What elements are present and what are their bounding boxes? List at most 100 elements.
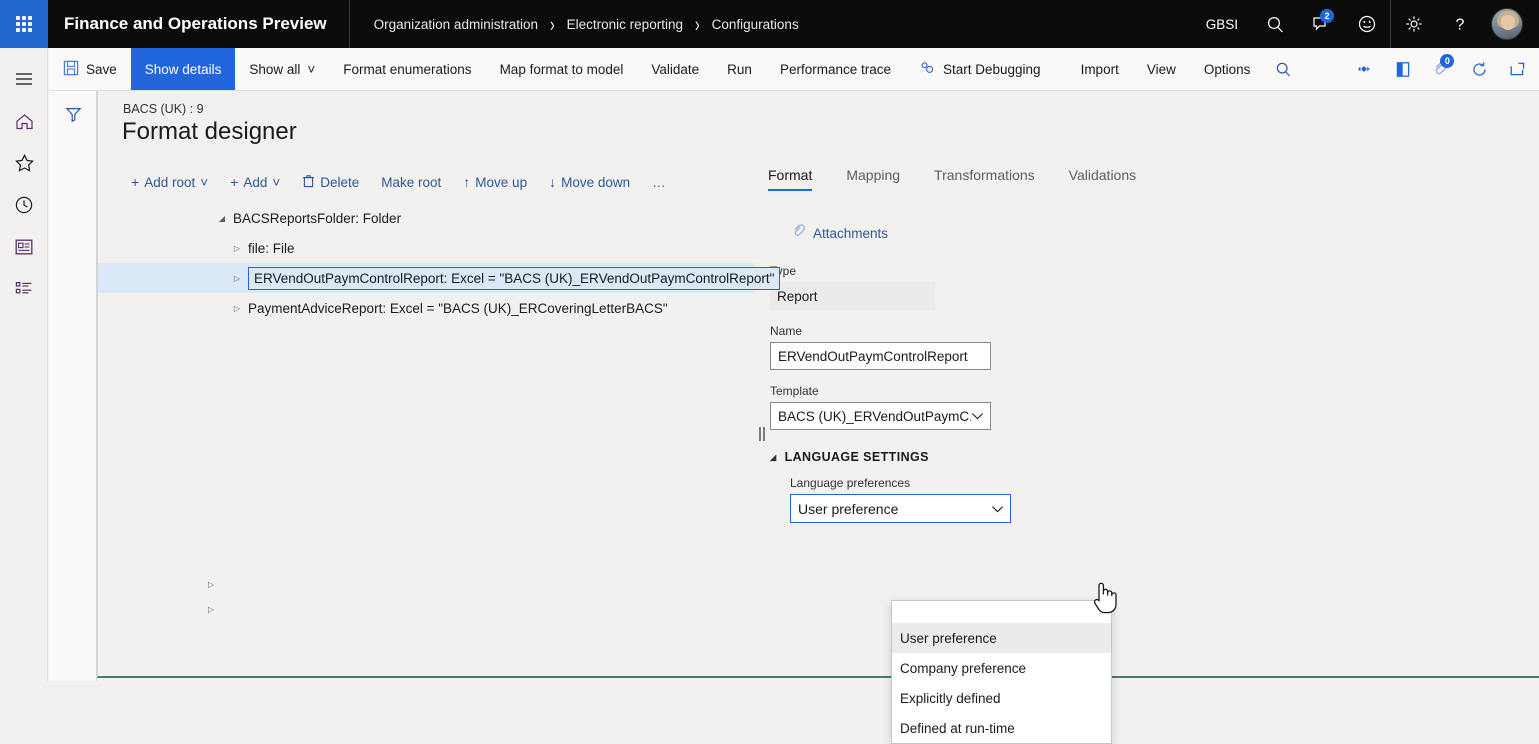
smiley-feedback-icon[interactable] — [1344, 0, 1390, 48]
search-icon[interactable] — [1264, 48, 1302, 90]
tree-row[interactable]: ◢ BACSReportsFolder: Folder — [98, 203, 755, 233]
breadcrumb-item-configurations[interactable]: Configurations — [712, 17, 799, 32]
breadcrumb-item-organization-administration[interactable]: Organization administration — [374, 17, 538, 32]
tree-row[interactable]: ▷ file: File — [98, 233, 755, 263]
language-settings-section: ◢ LANGUAGE SETTINGS Language preferences… — [770, 450, 1539, 523]
notifications-icon[interactable]: 2 — [1298, 0, 1344, 48]
help-question-icon[interactable]: ? — [1437, 0, 1483, 48]
language-preferences-combobox[interactable]: User preference — [790, 494, 1011, 523]
star-favorites-icon[interactable] — [0, 142, 48, 184]
add-root-button[interactable]: + Add root ˅ — [120, 167, 219, 197]
move-down-label: Move down — [561, 174, 631, 190]
save-disk-icon — [63, 60, 79, 79]
make-root-button[interactable]: Make root — [370, 167, 452, 197]
format-enumerations-label: Format enumerations — [343, 61, 472, 77]
arrow-up-icon: ↑ — [463, 174, 471, 190]
app-launcher-icon[interactable] — [0, 0, 48, 48]
plus-icon: + — [230, 174, 239, 190]
pane-splitter-handle[interactable] — [757, 426, 767, 442]
run-button[interactable]: Run — [713, 48, 766, 90]
show-details-button[interactable]: Show details — [130, 48, 236, 90]
attachments-link[interactable]: Attachments — [792, 224, 888, 242]
format-enumerations-button[interactable]: Format enumerations — [329, 48, 485, 90]
arrow-down-icon: ↓ — [549, 174, 557, 190]
collapsed-twisty-icon[interactable]: ▷ — [226, 244, 248, 253]
refresh-icon[interactable] — [1460, 48, 1498, 90]
notifications-badge: 2 — [1320, 9, 1334, 23]
hamburger-menu-icon[interactable] — [0, 58, 48, 100]
template-combobox[interactable]: BACS (UK)_ERVendOutPaymC... — [770, 402, 991, 430]
tab-mapping[interactable]: Mapping — [846, 167, 912, 191]
modules-list-icon[interactable] — [0, 268, 48, 310]
collapsed-twisty-icon[interactable]: ▷ — [208, 605, 214, 614]
map-format-to-model-button[interactable]: Map format to model — [486, 48, 638, 90]
search-icon[interactable] — [1252, 0, 1298, 48]
delete-button[interactable]: Delete — [291, 167, 370, 197]
user-avatar[interactable] — [1491, 8, 1523, 40]
clock-recent-icon[interactable] — [0, 184, 48, 226]
import-button[interactable]: Import — [1067, 48, 1133, 90]
home-icon[interactable] — [0, 100, 48, 142]
start-debugging-button[interactable]: Start Debugging — [905, 48, 1055, 90]
language-preferences-label: Language preferences — [790, 476, 911, 490]
chevron-down-icon — [991, 501, 1004, 517]
map-format-to-model-label: Map format to model — [499, 61, 624, 77]
tree-row[interactable]: ▷ ERVendOutPaymControlReport: Excel = "B… — [98, 263, 781, 293]
breadcrumb-item-electronic-reporting[interactable]: Electronic reporting — [567, 17, 683, 32]
name-input[interactable]: ERVendOutPaymControlReport — [770, 342, 991, 370]
validate-label: Validate — [651, 61, 700, 77]
gear-icon[interactable] — [1391, 0, 1437, 48]
options-button[interactable]: Options — [1190, 48, 1265, 90]
tree-node-label: PaymentAdviceReport: Excel = "BACS (UK)_… — [248, 300, 668, 316]
open-in-new-window-icon[interactable] — [1498, 48, 1536, 90]
move-down-button[interactable]: ↓ Move down — [538, 167, 641, 197]
performance-trace-button[interactable]: Performance trace — [766, 48, 905, 90]
template-value: BACS (UK)_ERVendOutPaymC... — [778, 408, 971, 424]
company-selector[interactable]: GBSI — [1192, 17, 1252, 32]
chevron-down-icon — [971, 409, 984, 424]
tab-transformations[interactable]: Transformations — [934, 167, 1047, 191]
collapsed-twisty-icon[interactable]: ▷ — [226, 274, 248, 283]
show-all-button[interactable]: Show all ˅ — [235, 48, 329, 90]
expanded-twisty-icon[interactable]: ◢ — [211, 214, 233, 223]
gears-debug-icon — [919, 60, 936, 79]
share-links-icon[interactable] — [1346, 48, 1384, 90]
language-settings-title: LANGUAGE SETTINGS — [784, 450, 929, 464]
paperclip-icon — [792, 224, 806, 242]
collapsed-twisty-icon[interactable]: ▷ — [226, 304, 248, 313]
tree-row[interactable]: ▷ PaymentAdviceReport: Excel = "BACS (UK… — [98, 293, 755, 323]
filter-funnel-icon[interactable] — [49, 91, 97, 137]
import-label: Import — [1080, 61, 1119, 77]
listbox-option-user-preference[interactable]: User preference — [892, 623, 1111, 653]
chevron-down-icon: ˅ — [272, 174, 281, 190]
save-button[interactable]: Save — [49, 48, 131, 90]
name-label: Name — [770, 324, 803, 338]
svg-text:?: ? — [1456, 17, 1465, 34]
language-preferences-listbox[interactable]: User preference Company preference Expli… — [891, 600, 1112, 744]
page-options-icon[interactable] — [1384, 48, 1422, 90]
tab-validations[interactable]: Validations — [1069, 167, 1148, 191]
name-field-group: Name ERVendOutPaymControlReport — [770, 324, 1539, 370]
breadcrumb-separator-icon: › — [549, 12, 555, 36]
page-title: Format designer — [122, 118, 297, 145]
command-bar: Save Show details Show all ˅ Format enum… — [49, 48, 1539, 91]
template-label: Template — [770, 384, 819, 398]
listbox-option-explicitly-defined[interactable]: Explicitly defined — [892, 683, 1111, 713]
move-up-label: Move up — [475, 174, 528, 190]
add-label: Add — [243, 174, 268, 190]
view-button[interactable]: View — [1133, 48, 1190, 90]
tab-format[interactable]: Format — [768, 167, 824, 191]
language-settings-header[interactable]: ◢ LANGUAGE SETTINGS — [770, 450, 929, 464]
move-up-button[interactable]: ↑ Move up — [452, 167, 538, 197]
more-commands-button[interactable]: … — [641, 167, 677, 197]
format-tree: ◢ BACSReportsFolder: Folder ▷ file: File… — [98, 203, 781, 323]
validate-button[interactable]: Validate — [637, 48, 713, 90]
listbox-option-company-preference[interactable]: Company preference — [892, 653, 1111, 683]
add-button[interactable]: + Add ˅ — [219, 167, 291, 197]
attachments-label: Attachments — [813, 225, 889, 241]
attachments-icon[interactable]: 0 — [1422, 48, 1460, 90]
workspaces-icon[interactable] — [0, 226, 48, 268]
listbox-option-defined-at-run-time[interactable]: Defined at run-time — [892, 713, 1111, 743]
run-label: Run — [727, 61, 752, 77]
collapsed-twisty-icon[interactable]: ▷ — [208, 580, 214, 589]
